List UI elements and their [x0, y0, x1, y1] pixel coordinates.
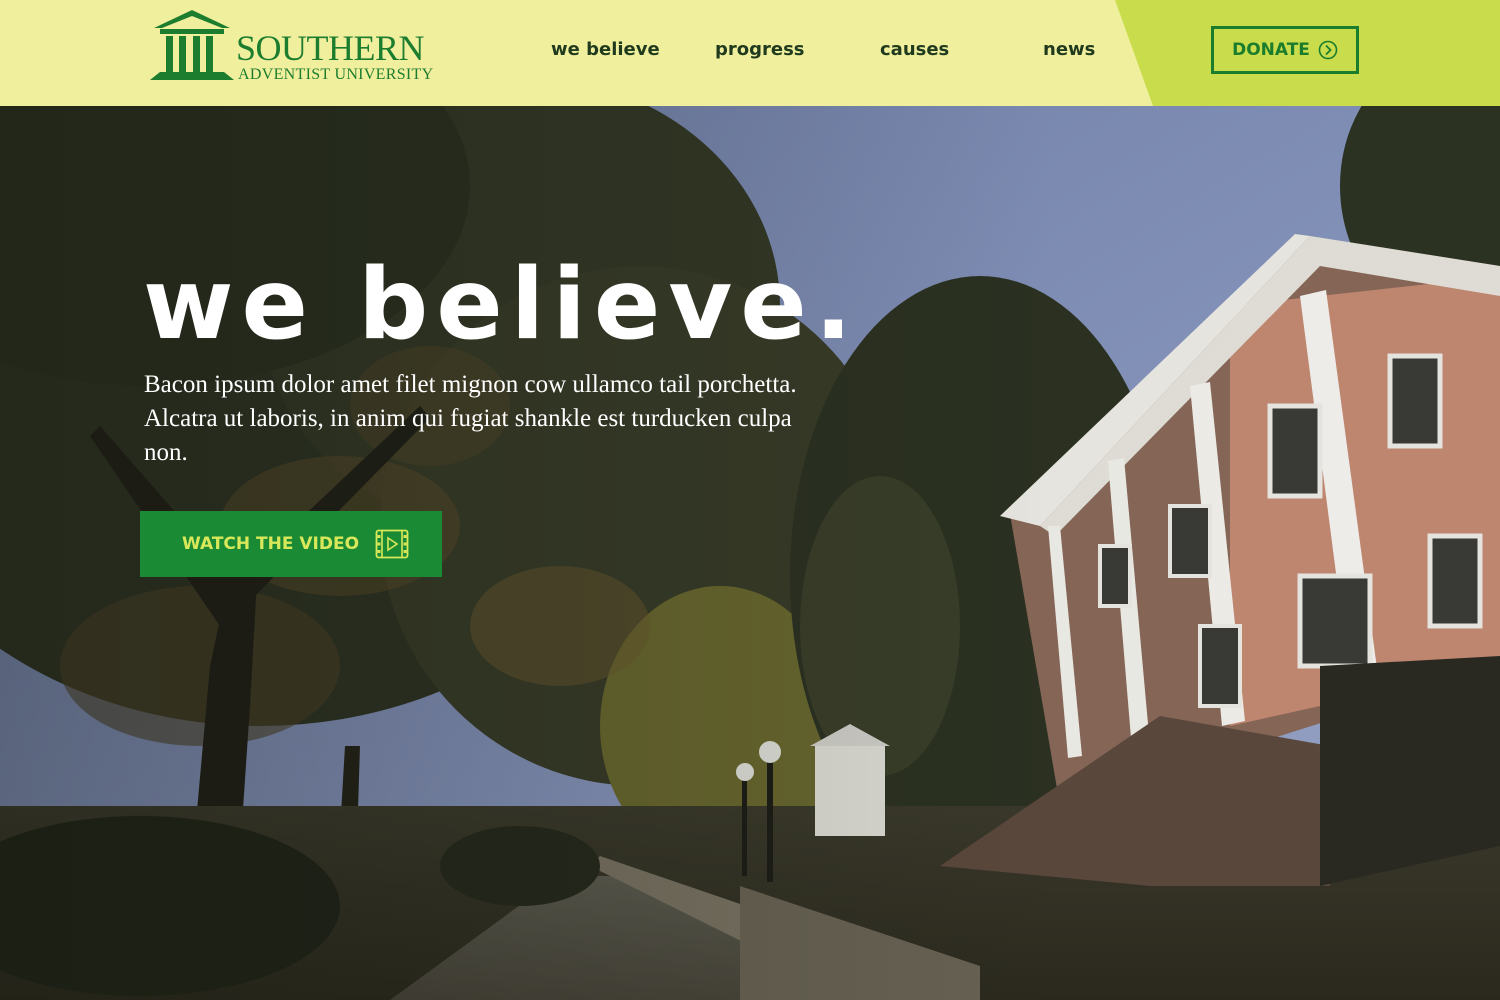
chevron-circle-right-icon	[1318, 40, 1338, 60]
nav-we-believe[interactable]: we believe	[551, 38, 660, 62]
hero-title: we believe.	[143, 248, 860, 362]
watch-video-label: WATCH THE VIDEO	[182, 534, 360, 554]
nav-causes[interactable]: causes	[880, 38, 949, 62]
columns-building-icon	[150, 10, 234, 80]
watch-video-button[interactable]: WATCH THE VIDEO	[140, 511, 442, 577]
donate-label: DONATE	[1232, 40, 1310, 60]
nav-progress[interactable]: progress	[715, 38, 805, 62]
site-header: SOUTHERN ADVENTIST UNIVERSITY we believe…	[0, 0, 1500, 106]
donate-button[interactable]: DONATE	[1211, 26, 1359, 74]
logo-subtitle: ADVENTIST UNIVERSITY	[238, 66, 434, 83]
film-play-icon	[375, 529, 409, 559]
nav-news[interactable]: news	[1043, 38, 1095, 62]
university-logo[interactable]: SOUTHERN ADVENTIST UNIVERSITY	[150, 8, 460, 88]
hero-body-text: Bacon ipsum dolor amet filet mignon cow …	[144, 371, 797, 466]
logo-name: SOUTHERN	[236, 28, 425, 68]
